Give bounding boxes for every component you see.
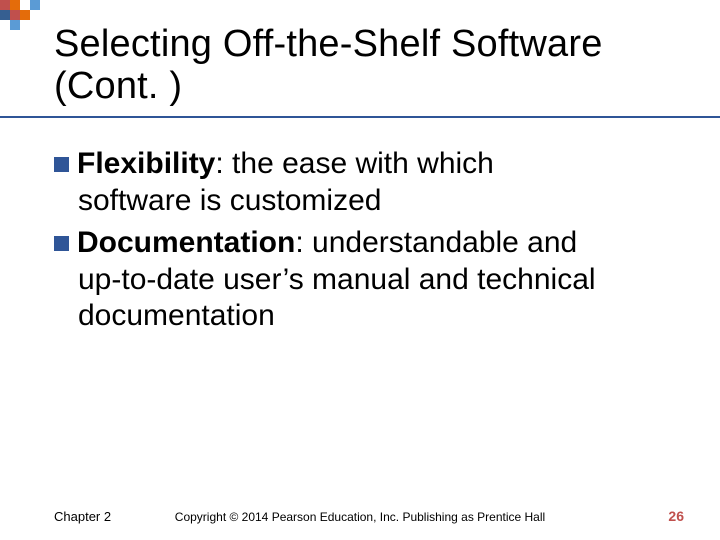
desc-first: : the ease with which	[215, 147, 493, 180]
desc-rest: up-to-date user’s manual and technical d…	[54, 262, 676, 335]
desc-rest: software is customized	[54, 183, 676, 220]
slide-body: Flexibility: the ease with which softwar…	[54, 146, 676, 341]
bullet-icon	[54, 236, 69, 251]
footer-page: 26	[668, 508, 684, 524]
bullet-icon	[54, 157, 69, 172]
list-item: Flexibility: the ease with which softwar…	[54, 146, 676, 219]
footer-copyright: Copyright © 2014 Pearson Education, Inc.…	[0, 510, 720, 524]
list-item: Documentation: understandable and up-to-…	[54, 225, 676, 335]
term: Documentation	[77, 226, 295, 259]
title-underline	[0, 116, 720, 118]
desc-first: : understandable and	[295, 226, 577, 259]
term: Flexibility	[77, 147, 215, 180]
logo	[0, 0, 50, 32]
slide: Selecting Off-the-Shelf Software (Cont. …	[0, 0, 720, 540]
slide-title: Selecting Off-the-Shelf Software (Cont. …	[54, 24, 700, 108]
